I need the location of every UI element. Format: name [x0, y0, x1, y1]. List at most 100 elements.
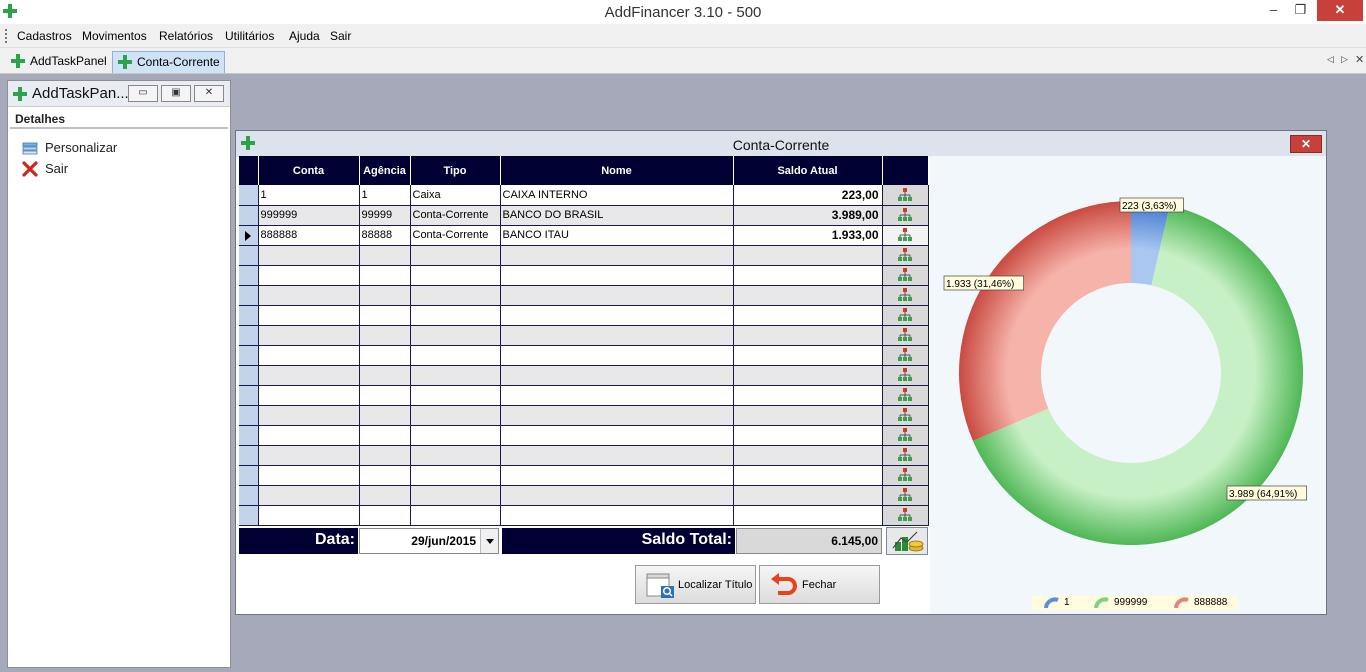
row-indicator[interactable]: [239, 205, 259, 226]
cell-saldo[interactable]: [733, 245, 883, 266]
cell-agencia[interactable]: [359, 505, 411, 526]
row-indicator[interactable]: [239, 425, 259, 446]
cell-saldo[interactable]: [733, 505, 883, 526]
tab-prev-icon[interactable]: ◁: [1327, 54, 1334, 65]
cell-saldo[interactable]: [733, 445, 883, 466]
cell-tipo[interactable]: [410, 285, 501, 306]
cell-nome[interactable]: [500, 485, 734, 506]
cell-tipo[interactable]: Conta-Corrente: [410, 225, 501, 246]
cell-saldo[interactable]: [733, 405, 883, 426]
cell-action[interactable]: [882, 405, 929, 426]
cell-tipo[interactable]: [410, 365, 501, 386]
cell-conta[interactable]: [258, 265, 360, 286]
cell-action[interactable]: [882, 225, 929, 246]
row-indicator[interactable]: [239, 185, 259, 206]
table-row[interactable]: [239, 385, 929, 406]
cell-nome[interactable]: [500, 325, 734, 346]
cell-saldo[interactable]: 1.933,00: [733, 225, 883, 246]
cell-tipo[interactable]: [410, 425, 501, 446]
cell-tipo[interactable]: [410, 245, 501, 266]
localizar-titulo-button[interactable]: Localizar Título: [635, 565, 756, 604]
fechar-button[interactable]: Fechar: [759, 565, 880, 604]
cell-nome[interactable]: [500, 505, 734, 526]
cell-saldo[interactable]: [733, 485, 883, 506]
row-indicator[interactable]: [239, 265, 259, 286]
cell-nome[interactable]: [500, 285, 734, 306]
cell-nome[interactable]: [500, 245, 734, 266]
cell-saldo[interactable]: [733, 285, 883, 306]
cell-saldo[interactable]: 223,00: [733, 185, 883, 206]
form-close-button[interactable]: ✕: [1290, 135, 1322, 153]
row-indicator[interactable]: [239, 345, 259, 366]
table-row[interactable]: [239, 445, 929, 466]
cell-agencia[interactable]: [359, 425, 411, 446]
cell-nome[interactable]: [500, 425, 734, 446]
cell-conta[interactable]: 888888: [258, 225, 360, 246]
cell-saldo[interactable]: 3.989,00: [733, 205, 883, 226]
cell-conta[interactable]: 1: [258, 185, 360, 206]
row-indicator[interactable]: [239, 505, 259, 526]
panel-restore-button[interactable]: ▣: [161, 85, 191, 102]
cell-conta[interactable]: [258, 345, 360, 366]
row-indicator[interactable]: [239, 445, 259, 466]
cell-action[interactable]: [882, 505, 929, 526]
cell-tipo[interactable]: [410, 345, 501, 366]
cell-conta[interactable]: [258, 445, 360, 466]
cell-action[interactable]: [882, 365, 929, 386]
chevron-down-icon[interactable]: [480, 529, 498, 553]
cell-nome[interactable]: [500, 445, 734, 466]
cell-action[interactable]: [882, 265, 929, 286]
row-indicator[interactable]: [239, 245, 259, 266]
row-indicator[interactable]: [239, 405, 259, 426]
row-indicator[interactable]: [239, 365, 259, 386]
table-row[interactable]: [239, 325, 929, 346]
menu-relatorios[interactable]: Relatórios: [159, 29, 213, 43]
table-row[interactable]: [239, 505, 929, 526]
panel-item-sair[interactable]: Sair: [22, 160, 68, 178]
cell-tipo[interactable]: [410, 445, 501, 466]
table-row[interactable]: [239, 305, 929, 326]
cell-tipo[interactable]: [410, 465, 501, 486]
menu-sair[interactable]: Sair: [330, 29, 351, 43]
panel-item-personalizar[interactable]: Personalizar: [22, 139, 117, 157]
table-row[interactable]: [239, 245, 929, 266]
header-agencia[interactable]: Agência: [359, 156, 411, 185]
cell-conta[interactable]: [258, 465, 360, 486]
cell-action[interactable]: [882, 345, 929, 366]
cell-agencia[interactable]: [359, 485, 411, 506]
cell-action[interactable]: [882, 325, 929, 346]
minimize-button[interactable]: –: [1260, 0, 1287, 21]
chart-toggle-button[interactable]: [886, 527, 928, 555]
cell-agencia[interactable]: [359, 365, 411, 386]
cell-saldo[interactable]: [733, 425, 883, 446]
cell-nome[interactable]: CAIXA INTERNO: [500, 185, 734, 206]
cell-nome[interactable]: [500, 305, 734, 326]
row-indicator[interactable]: [239, 305, 259, 326]
cell-agencia[interactable]: [359, 345, 411, 366]
cell-saldo[interactable]: [733, 265, 883, 286]
cell-agencia[interactable]: [359, 305, 411, 326]
cell-tipo[interactable]: [410, 405, 501, 426]
cell-nome[interactable]: [500, 385, 734, 406]
row-indicator[interactable]: [239, 385, 259, 406]
menu-utilitarios[interactable]: Utilitários: [225, 29, 274, 43]
cell-agencia[interactable]: [359, 385, 411, 406]
cell-action[interactable]: [882, 205, 929, 226]
cell-conta[interactable]: [258, 405, 360, 426]
cell-nome[interactable]: BANCO DO BRASIL: [500, 205, 734, 226]
row-indicator[interactable]: [239, 485, 259, 506]
header-conta[interactable]: Conta: [258, 156, 360, 185]
tab-addtaskpanel[interactable]: AddTaskPanel: [6, 51, 111, 73]
cell-action[interactable]: [882, 445, 929, 466]
cell-agencia[interactable]: 99999: [359, 205, 411, 226]
cell-agencia[interactable]: [359, 285, 411, 306]
maximize-button[interactable]: ❐: [1287, 0, 1314, 21]
table-row[interactable]: 1 1 Caixa CAIXA INTERNO 223,00: [239, 185, 929, 206]
date-picker[interactable]: 29/jun/2015: [359, 528, 499, 554]
table-row[interactable]: [239, 485, 929, 506]
table-row[interactable]: 888888 88888 Conta-Corrente BANCO ITAU 1.933…: [239, 225, 929, 246]
table-row[interactable]: [239, 345, 929, 366]
table-row[interactable]: [239, 425, 929, 446]
menu-ajuda[interactable]: Ajuda: [289, 29, 320, 43]
cell-nome[interactable]: BANCO ITAU: [500, 225, 734, 246]
